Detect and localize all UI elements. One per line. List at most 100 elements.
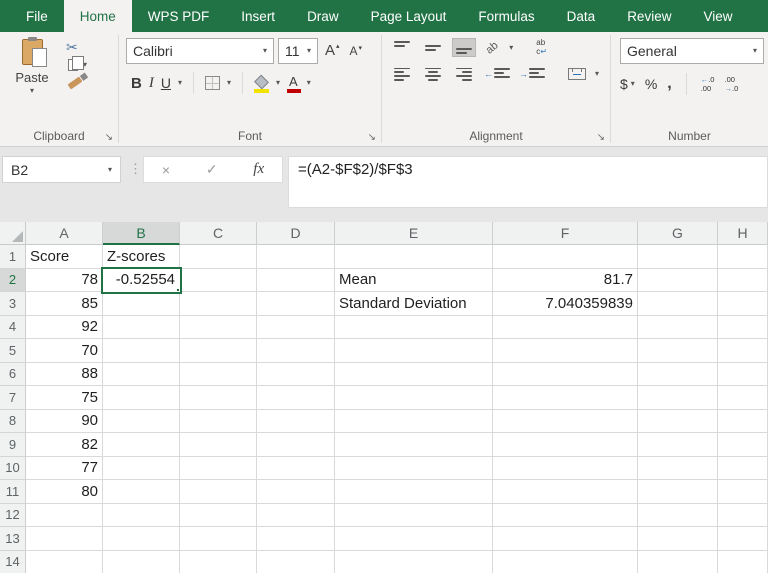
column-header-C[interactable]: C: [180, 222, 257, 245]
cell-A4[interactable]: 92: [26, 315, 103, 339]
cell-H14[interactable]: [718, 550, 768, 573]
tab-wps-pdf[interactable]: WPS PDF: [132, 0, 226, 32]
cell-D14[interactable]: [257, 550, 335, 573]
row-header-3[interactable]: 3: [0, 292, 26, 316]
column-header-D[interactable]: D: [257, 222, 335, 245]
decrease-decimal-icon[interactable]: .00 →.0: [724, 75, 738, 93]
font-dialog-launcher-icon[interactable]: ↘: [368, 133, 376, 143]
merge-center-icon[interactable]: [568, 68, 586, 81]
tab-home[interactable]: Home: [63, 0, 132, 32]
borders-menu-icon[interactable]: ▾: [227, 79, 231, 87]
clipboard-dialog-launcher-icon[interactable]: ↘: [105, 133, 113, 143]
cell-G12[interactable]: [638, 503, 718, 527]
comma-style-button[interactable]: ,: [667, 76, 671, 91]
cell-H7[interactable]: [718, 386, 768, 410]
decrease-font-size-button[interactable]: A ▾: [347, 43, 366, 58]
cell-D13[interactable]: [257, 527, 335, 551]
cell-E7[interactable]: [335, 386, 493, 410]
merge-center-menu-icon[interactable]: ▾: [595, 70, 599, 78]
cell-E10[interactable]: [335, 456, 493, 480]
cell-A1[interactable]: Score: [26, 245, 103, 269]
cell-H10[interactable]: [718, 456, 768, 480]
fill-color-menu-icon[interactable]: ▾: [276, 79, 280, 87]
cell-D3[interactable]: [257, 292, 335, 316]
cell-B3[interactable]: [103, 292, 180, 316]
align-right-button[interactable]: [453, 66, 475, 83]
decrease-indent-button[interactable]: ←: [484, 67, 510, 81]
row-header-1[interactable]: 1: [0, 245, 26, 269]
italic-button[interactable]: I: [149, 75, 154, 92]
middle-align-button[interactable]: [422, 39, 444, 56]
cell-G7[interactable]: [638, 386, 718, 410]
tab-data[interactable]: Data: [551, 0, 612, 32]
cell-C14[interactable]: [180, 550, 257, 573]
font-name-select[interactable]: Calibri ▾: [126, 38, 274, 64]
percent-style-button[interactable]: %: [645, 76, 657, 92]
cell-H13[interactable]: [718, 527, 768, 551]
column-header-B[interactable]: B: [103, 222, 180, 245]
cell-B11[interactable]: [103, 480, 180, 504]
cell-G3[interactable]: [638, 292, 718, 316]
align-left-button[interactable]: [391, 66, 413, 83]
cancel-icon[interactable]: ×: [162, 162, 170, 178]
cell-H12[interactable]: [718, 503, 768, 527]
cell-A13[interactable]: [26, 527, 103, 551]
cell-H11[interactable]: [718, 480, 768, 504]
cell-G11[interactable]: [638, 480, 718, 504]
alignment-dialog-launcher-icon[interactable]: ↘: [597, 133, 605, 143]
orientation-icon[interactable]: ab: [482, 38, 502, 58]
row-header-2[interactable]: 2: [0, 268, 26, 292]
row-header-6[interactable]: 6: [0, 362, 26, 386]
cell-E13[interactable]: [335, 527, 493, 551]
borders-icon[interactable]: [204, 76, 220, 90]
cell-D1[interactable]: [257, 245, 335, 269]
wrap-text-icon[interactable]: ab c↵: [536, 38, 547, 57]
column-header-G[interactable]: G: [638, 222, 718, 245]
font-color-icon[interactable]: A: [287, 74, 301, 93]
cell-F7[interactable]: [493, 386, 638, 410]
cell-G2[interactable]: [638, 268, 718, 292]
cell-C7[interactable]: [180, 386, 257, 410]
font-size-select[interactable]: 11 ▾: [278, 38, 318, 64]
cell-D6[interactable]: [257, 362, 335, 386]
cell-C12[interactable]: [180, 503, 257, 527]
number-format-select[interactable]: General ▾: [620, 38, 764, 64]
cell-F2[interactable]: 81.7: [493, 268, 638, 292]
center-button[interactable]: [422, 66, 444, 83]
accounting-format-button[interactable]: $ ▾: [620, 76, 635, 92]
column-header-A[interactable]: A: [26, 222, 103, 245]
cell-E11[interactable]: [335, 480, 493, 504]
cell-B2[interactable]: -0.52554: [103, 269, 180, 293]
cell-A12[interactable]: [26, 503, 103, 527]
cell-E14[interactable]: [335, 550, 493, 573]
row-header-4[interactable]: 4: [0, 315, 26, 339]
cell-H8[interactable]: [718, 409, 768, 433]
cell-C11[interactable]: [180, 480, 257, 504]
cell-F5[interactable]: [493, 339, 638, 363]
tab-formulas[interactable]: Formulas: [462, 0, 550, 32]
row-header-10[interactable]: 10: [0, 456, 26, 480]
cell-A7[interactable]: 75: [26, 386, 103, 410]
cell-E3[interactable]: Standard Deviation: [335, 292, 493, 316]
name-box[interactable]: B2 ▾: [2, 156, 121, 183]
cell-C9[interactable]: [180, 433, 257, 457]
fill-handle[interactable]: [176, 288, 179, 292]
cell-G4[interactable]: [638, 315, 718, 339]
cell-E1[interactable]: [335, 245, 493, 269]
tab-page-layout[interactable]: Page Layout: [355, 0, 463, 32]
cell-D11[interactable]: [257, 480, 335, 504]
cell-F3[interactable]: 7.040359839: [493, 292, 638, 316]
cell-F11[interactable]: [493, 480, 638, 504]
chevron-down-icon[interactable]: ▾: [30, 87, 34, 95]
fill-color-icon[interactable]: [254, 76, 269, 93]
bold-button[interactable]: B: [126, 75, 142, 92]
cell-E4[interactable]: [335, 315, 493, 339]
cell-E12[interactable]: [335, 503, 493, 527]
cell-B10[interactable]: [103, 456, 180, 480]
cell-C3[interactable]: [180, 292, 257, 316]
cell-B7[interactable]: [103, 386, 180, 410]
tab-view[interactable]: View: [687, 0, 748, 32]
row-header-12[interactable]: 12: [0, 503, 26, 527]
bottom-align-button[interactable]: [452, 38, 476, 58]
cell-G6[interactable]: [638, 362, 718, 386]
